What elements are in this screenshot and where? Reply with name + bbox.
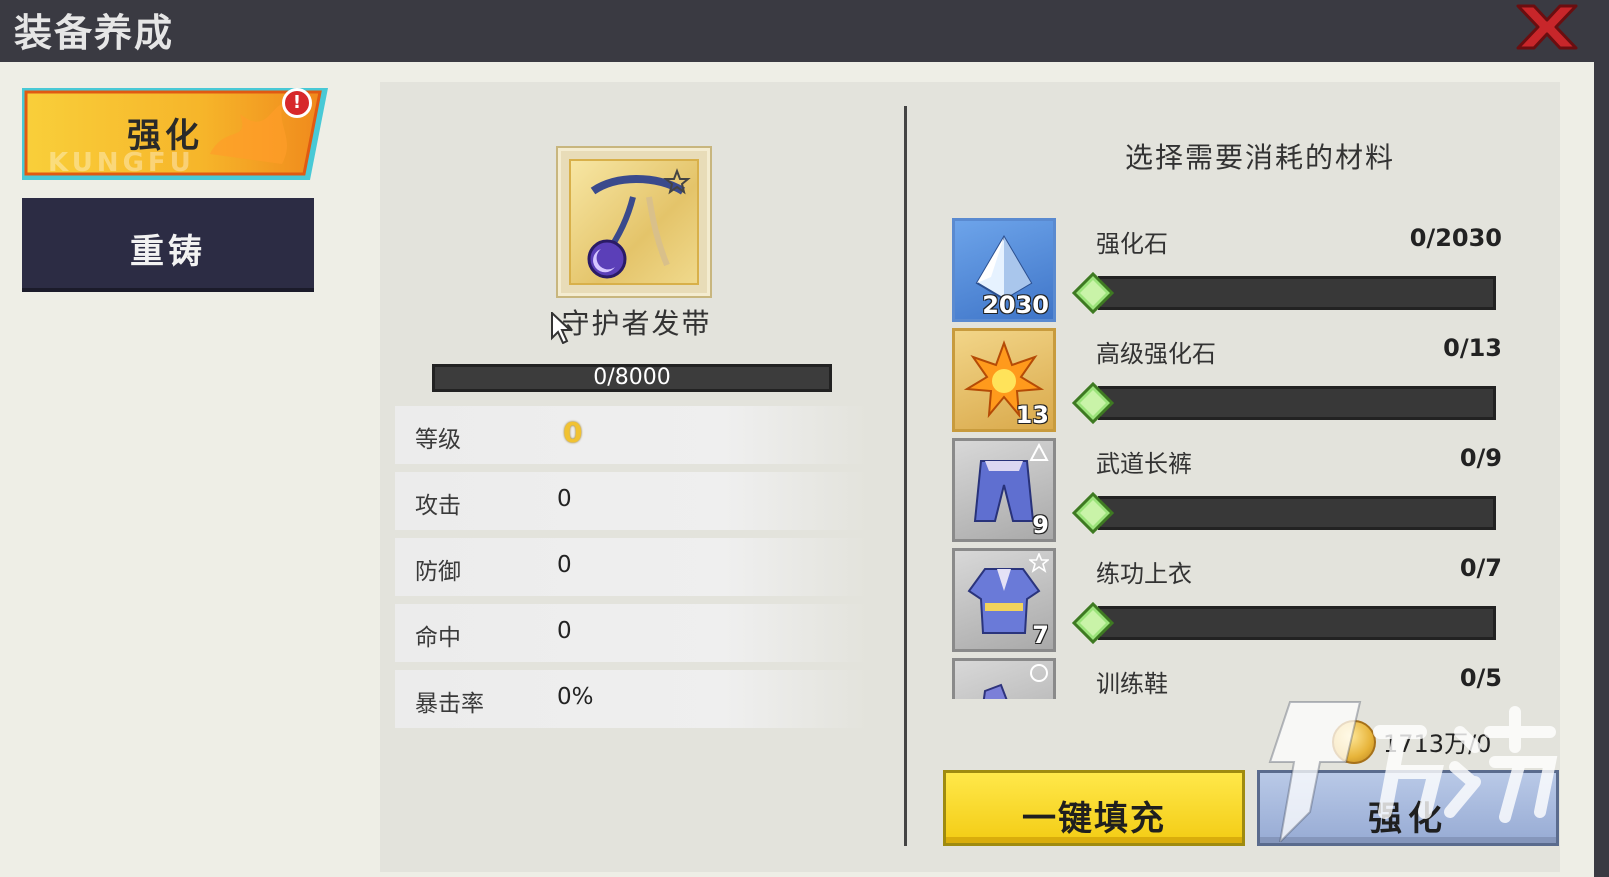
exp-text: 0/8000 [593,365,671,390]
material-slider[interactable] [1098,276,1496,310]
material-slider[interactable] [1098,386,1496,420]
material-icon[interactable]: 13 [952,328,1056,432]
stat-label: 攻击 [415,493,461,519]
tab-recast-label: 重铸 [130,232,206,272]
tab-recast[interactable]: 重铸 [22,198,314,292]
page-title: 装备养成 [14,11,175,55]
triangle-mark-icon [1029,443,1049,461]
close-button[interactable] [1512,2,1582,52]
close-icon [1516,4,1578,50]
material-progress: 0/13 [1443,334,1502,362]
star-mark-icon [1029,553,1049,573]
mouse-cursor-icon [551,312,573,344]
material-icon[interactable]: 7 [952,548,1056,652]
material-row: 13 高级强化石 0/13 [940,324,1520,434]
slider-knob-icon[interactable] [1072,602,1114,644]
stat-label: 暴击率 [415,691,484,717]
material-progress: 0/7 [1459,554,1502,582]
material-count: 13 [1015,401,1049,429]
material-icon[interactable]: 9 [952,438,1056,542]
stat-value: 0 [557,552,572,578]
auto-fill-button[interactable]: 一键填充 [943,770,1245,846]
stat-label: 防御 [415,559,461,585]
equipment-name: 守护者发带 [561,307,712,340]
materials-list[interactable]: 2030 强化石 0/2030 13 高级强化石 0/13 9 武道长裤 0/9… [940,214,1520,699]
stat-row-level: 等级 0 [395,406,867,464]
material-row: 9 武道长裤 0/9 [940,434,1520,544]
equipment-icon [569,159,699,285]
material-name: 高级强化石 [1096,340,1216,368]
equipment-icon-frame[interactable] [558,148,710,296]
material-name: 强化石 [1096,230,1168,258]
material-count: 7 [1032,621,1049,649]
panel-divider [904,106,907,846]
enhance-button[interactable]: 强化 [1257,770,1559,846]
title-bar: 装备养成 [0,0,1609,62]
alert-badge: ! [282,88,312,118]
circle-mark-icon [1030,664,1048,682]
stat-row-crit: 暴击率 0% [395,670,867,728]
material-count: 2030 [982,291,1049,319]
stat-label: 等级 [415,427,461,453]
slider-knob-icon[interactable] [1072,272,1114,314]
material-progress: 0/9 [1459,444,1502,472]
material-slider[interactable] [1098,496,1496,530]
stat-value: 0% [557,684,594,710]
currency-value: 1713万/0 [1383,730,1492,758]
gold-coin-icon [1332,720,1376,764]
stat-label: 命中 [415,625,461,651]
material-count: 9 [1032,511,1049,539]
materials-title: 选择需要消耗的材料 [1124,141,1395,174]
material-name: 训练鞋 [1096,670,1168,698]
material-progress: 0/5 [1459,664,1502,692]
window-edge [1594,62,1609,877]
enhance-label: 强化 [1368,799,1448,839]
tab-enhance-watermark: KUNGFU [48,148,195,178]
stat-row-hit: 命中 0 [395,604,867,662]
stat-row-attack: 攻击 0 [395,472,867,530]
material-name: 武道长裤 [1096,450,1192,478]
material-icon[interactable] [952,658,1056,699]
stat-value: 0 [557,618,572,644]
auto-fill-label: 一键填充 [1022,799,1166,839]
material-row: 7 练功上衣 0/7 [940,544,1520,654]
material-name: 练功上衣 [1096,560,1192,588]
slider-knob-icon[interactable] [1072,382,1114,424]
material-progress: 0/2030 [1409,224,1502,252]
stat-row-defense: 防御 0 [395,538,867,596]
material-row: 2030 强化石 0/2030 [940,214,1520,324]
material-icon[interactable]: 2030 [952,218,1056,322]
stat-value: 0 [563,416,583,449]
stat-value: 0 [557,486,572,512]
material-slider[interactable] [1098,606,1496,640]
slider-knob-icon[interactable] [1072,492,1114,534]
headband-icon [587,168,691,279]
material-row: 训练鞋 0/5 [940,654,1520,699]
